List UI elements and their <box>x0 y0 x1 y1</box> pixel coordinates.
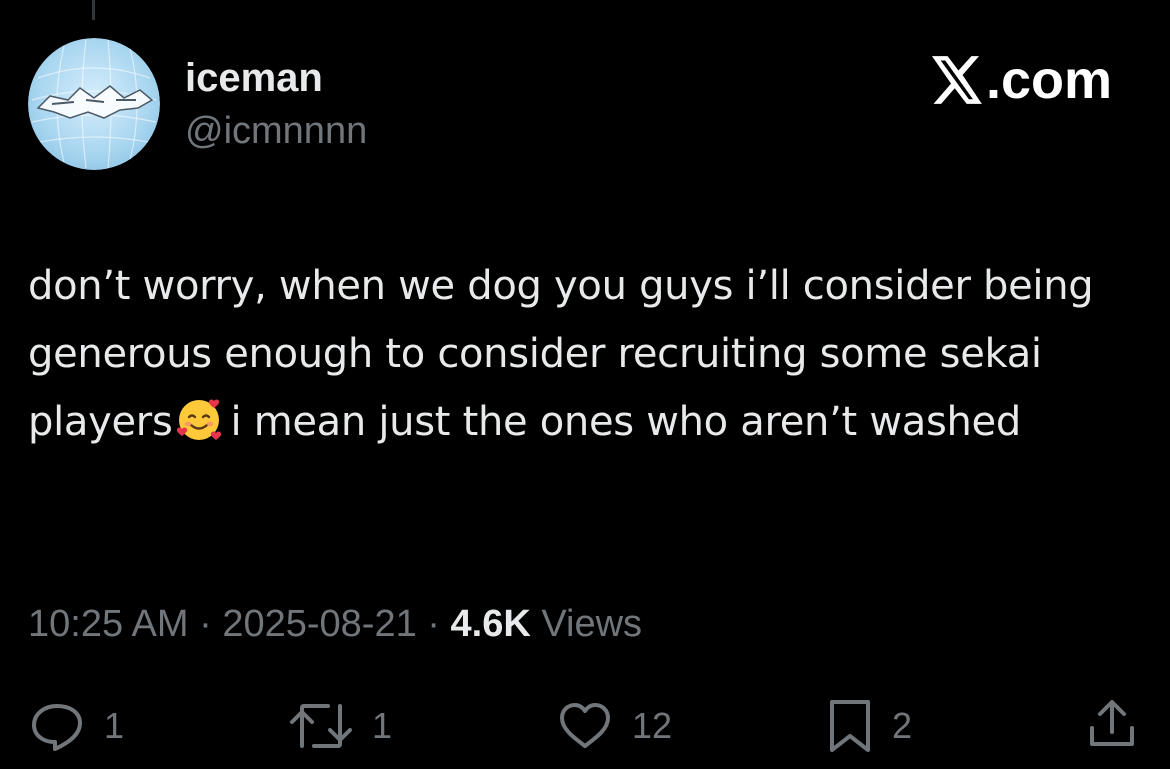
meta-separator: · <box>199 603 212 645</box>
action-bar: 1 1 12 2 <box>0 696 1170 756</box>
meta-separator: · <box>427 603 440 645</box>
tweet-meta: 10:25 AM · 2025-08-21 · 4.6K Views <box>28 600 642 648</box>
like-button[interactable]: 12 <box>556 696 672 756</box>
like-count: 12 <box>632 705 673 746</box>
tweet-date[interactable]: 2025-08-21 <box>222 603 416 645</box>
repost-button[interactable]: 1 <box>288 696 392 756</box>
share-button[interactable] <box>1084 696 1140 752</box>
heart-icon <box>560 703 610 748</box>
x-logo-icon <box>931 56 982 104</box>
thread-connector-line <box>92 0 95 20</box>
tweet-time[interactable]: 10:25 AM <box>28 603 189 645</box>
display-name[interactable]: iceman <box>185 54 323 102</box>
tweet-text-part-2: i mean just the ones who aren’t washed <box>230 399 1021 445</box>
brand-label: .com <box>985 50 1112 110</box>
bookmark-count: 2 <box>892 705 913 746</box>
repost-count: 1 <box>372 705 393 746</box>
avatar[interactable] <box>28 38 160 170</box>
avatar-image <box>28 38 160 170</box>
bookmark-button[interactable]: 2 <box>826 696 912 756</box>
share-icon <box>1090 700 1134 746</box>
tweet-text: don’t worry, when we dog you guys i’ll c… <box>28 252 1138 464</box>
smiling-face-with-hearts-icon <box>174 395 224 464</box>
user-handle[interactable]: @icmnnnn <box>185 108 367 154</box>
reply-button[interactable]: 1 <box>28 696 124 756</box>
views-count: 4.6K <box>450 603 531 645</box>
brand-watermark: .com <box>931 48 1112 112</box>
reply-count: 1 <box>104 705 125 746</box>
repost-icon <box>290 704 352 748</box>
reply-icon <box>32 704 82 751</box>
bookmark-icon <box>830 700 870 752</box>
views-label: Views <box>541 603 643 645</box>
